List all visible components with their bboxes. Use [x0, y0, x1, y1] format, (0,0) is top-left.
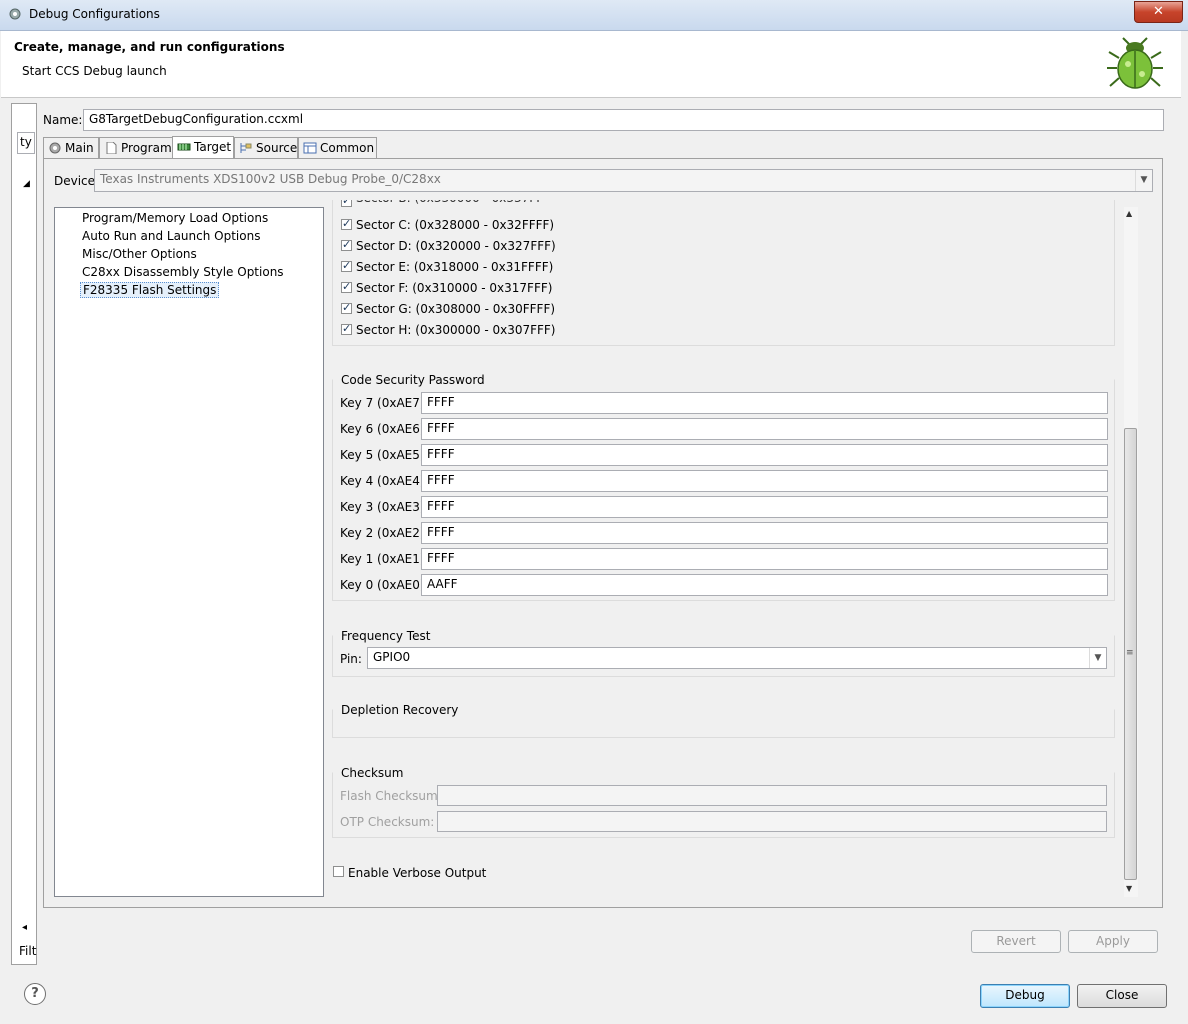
sector-checkbox[interactable]	[341, 301, 352, 314]
sector-checkbox[interactable]	[341, 217, 352, 230]
chevron-down-icon: ▼	[1135, 170, 1152, 191]
key-input[interactable]: FFFF	[421, 522, 1108, 544]
gear-icon	[49, 142, 61, 154]
filter-input[interactable]: ty	[17, 132, 35, 154]
tree-item-selected[interactable]: F28335 Flash Settings	[80, 282, 220, 298]
tree-item[interactable]: Auto Run and Launch Options	[80, 229, 262, 243]
table-icon	[303, 142, 317, 154]
device-value: Texas Instruments XDS100v2 USB Debug Pro…	[100, 172, 441, 186]
chip-icon	[177, 143, 191, 151]
sector-label: Sector D: (0x320000 - 0x327FFF)	[356, 239, 556, 253]
flash-checksum-label: Flash Checksum:	[340, 789, 442, 803]
otp-checksum-label: OTP Checksum:	[340, 815, 435, 829]
filter-status-label: Filt	[19, 944, 37, 958]
dialog-header: Create, manage, and run configurations S…	[1, 31, 1181, 98]
scroll-left-icon[interactable]: ◂	[22, 922, 27, 933]
tree-item[interactable]: Program/Memory Load Options	[80, 211, 270, 225]
tab-label: Source	[256, 141, 298, 155]
depletion-group	[332, 709, 1115, 738]
sector-checkbox[interactable]	[341, 238, 352, 251]
expand-icon[interactable]: ◢	[23, 179, 30, 189]
name-label: Name:	[43, 113, 83, 127]
key-input[interactable]: FFFF	[421, 496, 1108, 518]
source-icon	[240, 143, 252, 153]
tree-item[interactable]: Misc/Other Options	[80, 247, 199, 261]
sector-label: Sector C: (0x328000 - 0x32FFFF)	[356, 218, 555, 232]
configuration-name-input[interactable]: G8TargetDebugConfiguration.ccxml	[83, 109, 1164, 131]
tab-source[interactable]: Source	[234, 137, 298, 158]
close-window-button[interactable]: ✕	[1134, 1, 1183, 23]
window-title: Debug Configurations	[29, 7, 160, 21]
revert-button[interactable]: Revert	[971, 930, 1061, 953]
scroll-up-icon[interactable]: ▲	[1126, 209, 1132, 218]
tab-label: Target	[194, 140, 232, 154]
category-tree: Program/Memory Load Options Auto Run and…	[54, 207, 324, 897]
page-icon	[106, 142, 117, 154]
verbose-label: Enable Verbose Output	[348, 866, 487, 880]
sector-label: Sector H: (0x300000 - 0x307FFF)	[356, 323, 556, 337]
tab-main[interactable]: Main	[43, 137, 99, 158]
sector-label: Sector F: (0x310000 - 0x317FFF)	[356, 281, 553, 295]
key-label: Key 1 (0xAE1):	[340, 552, 429, 566]
key-input[interactable]: FFFF	[421, 418, 1108, 440]
key-input[interactable]: FFFF	[421, 392, 1108, 414]
sector-checkbox[interactable]	[341, 259, 352, 272]
key-label: Key 3 (0xAE3):	[340, 500, 429, 514]
debug-button[interactable]: Debug	[980, 984, 1070, 1008]
device-select[interactable]: Texas Instruments XDS100v2 USB Debug Pro…	[94, 169, 1153, 192]
flash-checksum-input	[437, 785, 1107, 806]
key-label: Key 4 (0xAE4):	[340, 474, 429, 488]
pin-value: GPIO0	[373, 650, 411, 664]
tab-program[interactable]: Program	[99, 137, 173, 158]
tab-label: Program	[121, 141, 172, 155]
key-label: Key 2 (0xAE2):	[340, 526, 429, 540]
scroll-down-icon[interactable]: ▼	[1126, 884, 1132, 893]
key-input[interactable]: FFFF	[421, 548, 1108, 570]
sector-checkbox[interactable]	[341, 322, 352, 335]
debug-app-icon	[9, 8, 21, 20]
device-label: Device	[54, 174, 96, 188]
verbose-checkbox[interactable]	[333, 866, 344, 877]
sector-checkbox[interactable]	[341, 280, 352, 293]
header-title: Create, manage, and run configurations	[14, 40, 285, 54]
pin-label: Pin:	[340, 652, 362, 666]
key-label: Key 7 (0xAE7):	[340, 396, 429, 410]
close-button[interactable]: Close	[1077, 984, 1167, 1008]
tab-label: Main	[65, 141, 94, 155]
chevron-down-icon: ▼	[1089, 648, 1106, 668]
key-label: Key 6 (0xAE6):	[340, 422, 429, 436]
key-input[interactable]: FFFF	[421, 470, 1108, 492]
header-subtitle: Start CCS Debug launch	[22, 64, 167, 78]
tree-item[interactable]: C28xx Disassembly Style Options	[80, 265, 286, 279]
pin-select[interactable]: GPIO0 ▼	[367, 647, 1107, 669]
bug-icon	[1107, 37, 1163, 89]
key-label: Key 5 (0xAE5):	[340, 448, 429, 462]
key-input[interactable]: FFFF	[421, 444, 1108, 466]
tab-common[interactable]: Common	[298, 137, 377, 158]
key-label: Key 0 (0xAE0):	[340, 578, 429, 592]
tab-target[interactable]: Target	[172, 136, 234, 159]
apply-button[interactable]: Apply	[1068, 930, 1158, 953]
tab-label: Common	[320, 141, 375, 155]
clipped-sector-row: Sector B: (0x330000 - 0x337FFF)	[340, 200, 540, 208]
sector-label: Sector E: (0x318000 - 0x31FFFF)	[356, 260, 554, 274]
title-bar: Debug Configurations ✕	[0, 0, 1188, 31]
help-icon[interactable]: ?	[24, 983, 46, 1005]
otp-checksum-input	[437, 811, 1107, 832]
sector-label: Sector G: (0x308000 - 0x30FFFF)	[356, 302, 556, 316]
configuration-list-panel	[11, 103, 37, 965]
key-input[interactable]: AAFF	[421, 574, 1108, 596]
grip-icon: ≡	[1126, 648, 1134, 658]
